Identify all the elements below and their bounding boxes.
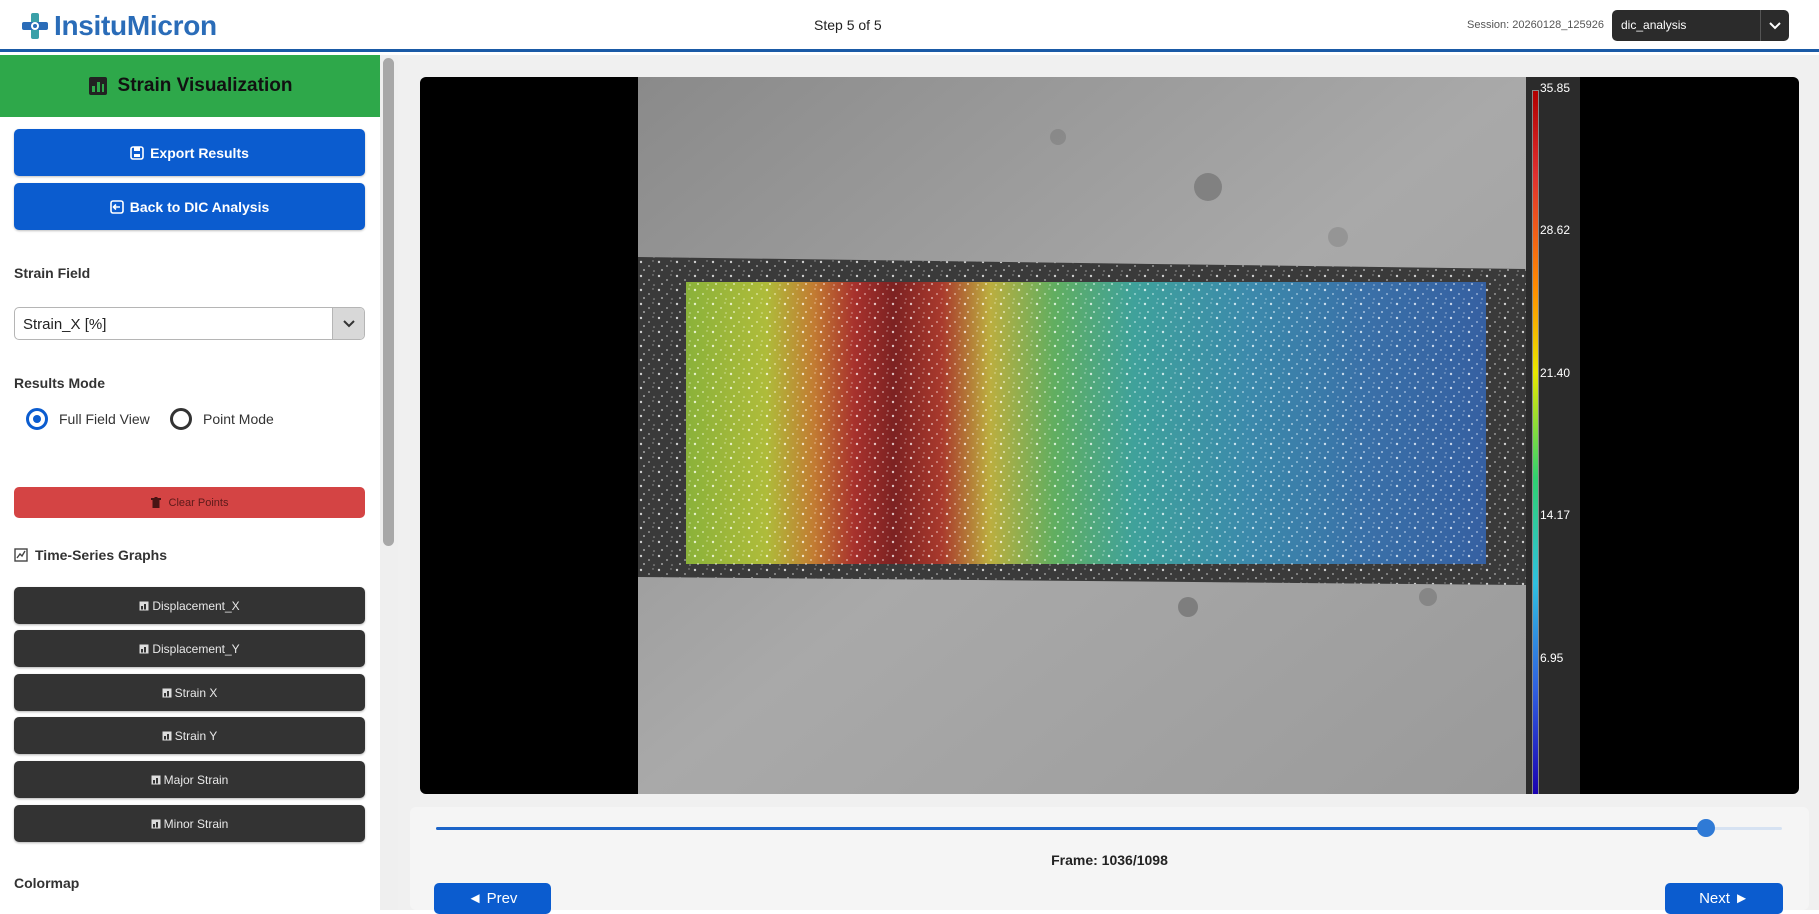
chart-icon xyxy=(151,819,161,828)
back-to-dic-label: Back to DIC Analysis xyxy=(129,198,270,215)
chart-icon xyxy=(139,601,149,610)
app-name: InsituMicron xyxy=(54,10,217,41)
clear-points-button[interactable]: Clear Points xyxy=(14,487,365,518)
full-field-view-label: Full Field View xyxy=(59,411,150,427)
full-field-view-radio[interactable]: Full Field View xyxy=(26,408,150,430)
colorbar-label: 21.40 xyxy=(1540,366,1571,380)
strain-field-select[interactable]: Strain_X [%] xyxy=(14,307,365,340)
playback-controls: Frame: 1036/1098 ◄ Prev Next ► xyxy=(410,807,1809,914)
colorbar-label: 28.62 xyxy=(1540,223,1571,237)
export-results-button[interactable]: Export Results xyxy=(14,129,365,176)
graph-label: Strain Y xyxy=(174,728,218,743)
graph-label: Major Strain xyxy=(163,772,229,787)
graph-minor-strain-button[interactable]: Minor Strain xyxy=(14,805,365,842)
chart-icon xyxy=(151,775,161,784)
chart-icon xyxy=(162,731,172,740)
chevron-down-icon xyxy=(1760,10,1789,41)
prev-button[interactable]: ◄ Prev xyxy=(434,883,551,914)
graph-label: Displacement_X xyxy=(152,598,240,613)
chart-icon xyxy=(139,644,149,653)
panel-title: Strain Visualization xyxy=(117,75,293,96)
specimen-image[interactable] xyxy=(638,77,1526,794)
graph-displacement-y-button[interactable]: Displacement_Y xyxy=(14,630,365,667)
frame-slider-fill xyxy=(436,827,1706,830)
session-label: Session: 20260128_125926 xyxy=(1467,19,1605,31)
strain-viewer[interactable]: 35.85 28.62 21.40 14.17 6.95 xyxy=(420,77,1799,794)
sidebar-scrollbar-thumb[interactable] xyxy=(383,58,394,546)
sidebar: Strain Visualization Export Results Back… xyxy=(0,55,380,910)
graph-displacement-x-button[interactable]: Displacement_X xyxy=(14,587,365,624)
point-mode-radio[interactable]: Point Mode xyxy=(170,408,274,430)
results-mode-label: Results Mode xyxy=(14,375,106,391)
time-series-title: Time-Series Graphs xyxy=(14,547,167,563)
colorbar-label: 35.85 xyxy=(1540,81,1571,95)
trash-icon xyxy=(150,497,161,508)
graph-strain-x-button[interactable]: Strain X xyxy=(14,674,365,711)
radio-unselected-icon xyxy=(170,408,192,430)
chart-icon xyxy=(162,688,172,697)
point-mode-label: Point Mode xyxy=(203,411,274,427)
session-select[interactable]: dic_analysis xyxy=(1612,10,1789,41)
save-icon xyxy=(130,145,144,160)
chart-box-icon xyxy=(88,77,107,95)
graph-major-strain-button[interactable]: Major Strain xyxy=(14,761,365,798)
chevron-down-icon xyxy=(332,308,364,339)
colorbar-gradient xyxy=(1532,90,1539,794)
clear-points-label: Clear Points xyxy=(168,496,229,509)
panel-header: Strain Visualization xyxy=(0,55,380,117)
back-to-dic-button[interactable]: Back to DIC Analysis xyxy=(14,183,365,230)
radio-selected-icon xyxy=(26,408,48,430)
strain-field-label: Strain Field xyxy=(14,265,91,281)
graph-label: Strain X xyxy=(174,685,218,700)
frame-slider-thumb[interactable] xyxy=(1696,819,1715,837)
cross-microscope-icon xyxy=(22,13,48,39)
line-chart-icon xyxy=(14,548,28,562)
session-select-value: dic_analysis xyxy=(1621,18,1687,32)
graph-label: Displacement_Y xyxy=(152,641,240,656)
top-bar: InsituMicron Step 5 of 5 Session: 202601… xyxy=(0,0,1819,52)
time-series-label: Time-Series Graphs xyxy=(35,547,168,563)
colormap-label: Colormap xyxy=(14,875,80,891)
back-icon xyxy=(109,199,124,214)
graph-label: Minor Strain xyxy=(163,816,229,831)
colorbar: 35.85 28.62 21.40 14.17 6.95 xyxy=(1526,77,1580,794)
graph-strain-y-button[interactable]: Strain Y xyxy=(14,717,365,754)
app-logo: InsituMicron xyxy=(20,8,217,44)
colorbar-label: 14.17 xyxy=(1540,508,1571,522)
export-results-label: Export Results xyxy=(150,144,249,161)
frame-counter: Frame: 1036/1098 xyxy=(1051,852,1168,868)
colorbar-label: 6.95 xyxy=(1540,651,1564,665)
next-button[interactable]: Next ► xyxy=(1665,883,1783,914)
frame-slider[interactable] xyxy=(436,819,1782,837)
step-indicator: Step 5 of 5 xyxy=(814,17,882,33)
strain-field-value: Strain_X [%] xyxy=(23,316,107,333)
